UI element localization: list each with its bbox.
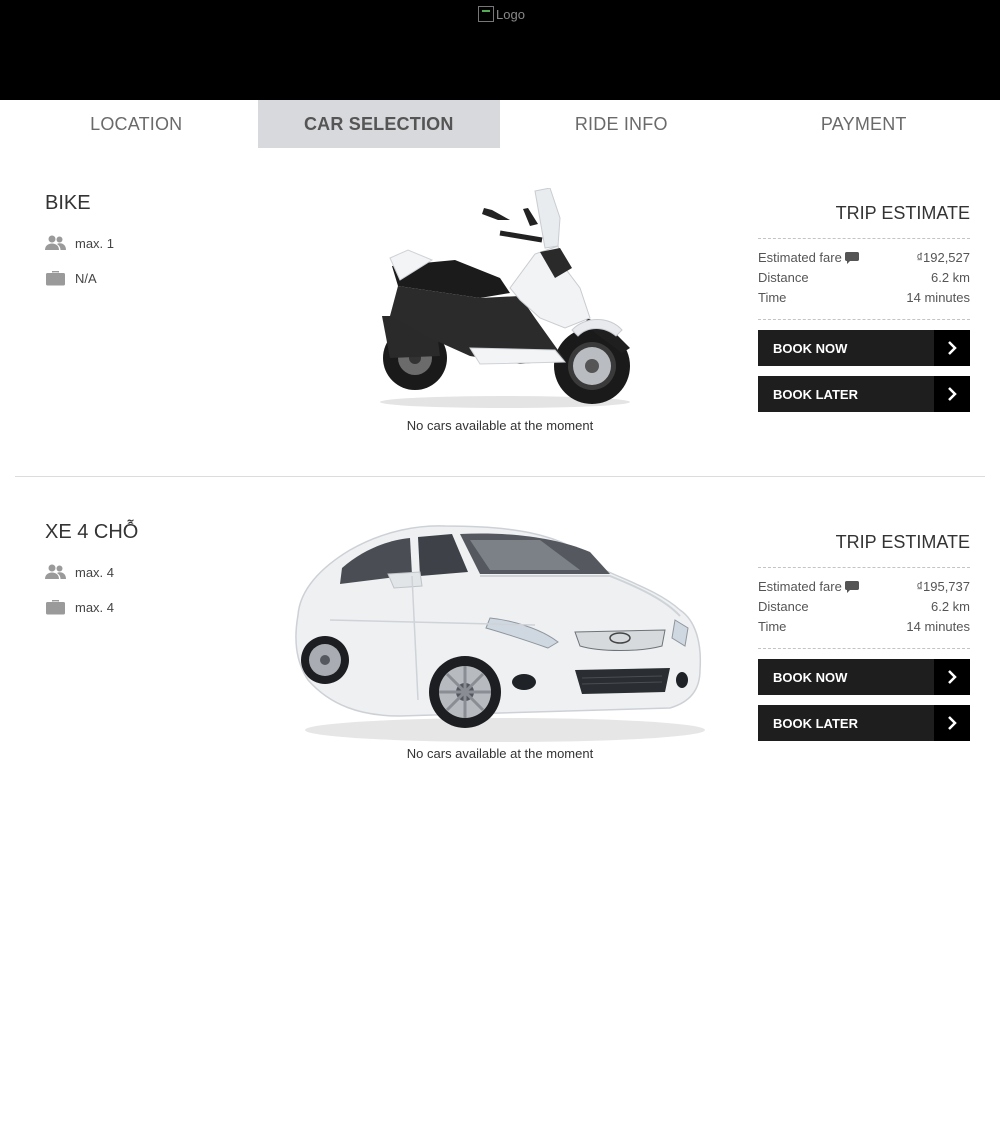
comment-icon[interactable] — [844, 252, 859, 264]
distance-value: 6.2 km — [930, 270, 970, 285]
chevron-right-icon — [934, 705, 970, 741]
book-now-label: BOOK NOW — [773, 340, 848, 356]
time-value: 14 minutes — [906, 619, 970, 634]
time-row: Time 14 minutes — [758, 288, 970, 308]
passenger-capacity: max. 4 — [45, 564, 114, 580]
tab-car-selection[interactable]: CAR SELECTION — [257, 100, 500, 148]
book-later-label: BOOK LATER — [773, 715, 858, 731]
book-later-label: BOOK LATER — [773, 386, 858, 402]
vehicle-card-bike: BIKE max. 1 N/A No cars available at the… — [15, 148, 985, 477]
briefcase-icon — [46, 600, 65, 615]
availability-message: No cars available at the moment — [406, 418, 594, 433]
logo[interactable]: Logo — [478, 6, 525, 22]
distance-label: Distance — [758, 270, 809, 285]
time-row: Time 14 minutes — [758, 617, 970, 637]
briefcase-icon — [46, 271, 65, 286]
bike-image — [380, 188, 630, 408]
chevron-right-icon — [934, 659, 970, 695]
passenger-capacity-text: max. 4 — [75, 564, 115, 580]
estimated-fare-label: Estimated fare — [758, 579, 842, 594]
trip-estimate: TRIP ESTIMATE Estimated fare ₫192,527 Di… — [758, 203, 970, 412]
passenger-capacity-text: max. 1 — [75, 235, 115, 251]
luggage-capacity-text: max. 4 — [75, 599, 115, 615]
tab-ride-info[interactable]: RIDE INFO — [500, 100, 743, 148]
broken-image-icon — [478, 6, 494, 22]
trip-estimate-title: TRIP ESTIMATE — [758, 532, 970, 568]
chevron-right-icon — [934, 330, 970, 366]
passenger-capacity: max. 1 — [45, 235, 114, 251]
estimated-fare-value: ₫192,527 — [916, 250, 970, 265]
book-now-label: BOOK NOW — [773, 669, 848, 685]
tab-location[interactable]: LOCATION — [15, 100, 258, 148]
sedan-image — [295, 525, 705, 742]
estimate-details: Estimated fare ₫195,737 Distance 6.2 km … — [758, 568, 970, 649]
comment-icon[interactable] — [844, 581, 859, 593]
tab-payment[interactable]: PAYMENT — [743, 100, 986, 148]
estimated-fare-row: Estimated fare ₫195,737 — [758, 577, 970, 597]
book-now-button[interactable]: BOOK NOW — [758, 659, 970, 695]
vehicle-card-sedan: XE 4 CHỖ max. 4 max. 4 No cars available… — [15, 478, 985, 798]
users-icon — [45, 235, 66, 250]
vehicle-name: XE 4 CHỖ — [45, 521, 139, 543]
luggage-capacity: max. 4 — [45, 599, 114, 615]
estimated-fare-value: ₫195,737 — [916, 579, 970, 594]
distance-label: Distance — [758, 599, 809, 614]
book-later-button[interactable]: BOOK LATER — [758, 376, 970, 412]
estimated-fare-label: Estimated fare — [758, 250, 842, 265]
estimate-details: Estimated fare ₫192,527 Distance 6.2 km … — [758, 239, 970, 320]
vehicle-name: BIKE — [45, 192, 91, 214]
distance-value: 6.2 km — [930, 599, 970, 614]
book-now-button[interactable]: BOOK NOW — [758, 330, 970, 366]
distance-row: Distance 6.2 km — [758, 268, 970, 288]
time-label: Time — [758, 619, 787, 634]
time-label: Time — [758, 290, 787, 305]
availability-message: No cars available at the moment — [406, 746, 594, 761]
estimated-fare-row: Estimated fare ₫192,527 — [758, 248, 970, 268]
luggage-capacity: N/A — [45, 270, 97, 286]
time-value: 14 minutes — [906, 290, 970, 305]
header: Logo — [0, 0, 1000, 100]
trip-estimate-title: TRIP ESTIMATE — [758, 203, 970, 239]
luggage-capacity-text: N/A — [75, 270, 97, 286]
trip-estimate: TRIP ESTIMATE Estimated fare ₫195,737 Di… — [758, 532, 970, 741]
logo-alt-text: Logo — [496, 6, 525, 22]
users-icon — [45, 564, 66, 579]
book-later-button[interactable]: BOOK LATER — [758, 705, 970, 741]
chevron-right-icon — [934, 376, 970, 412]
distance-row: Distance 6.2 km — [758, 597, 970, 617]
step-tabs: LOCATION CAR SELECTION RIDE INFO PAYMENT — [15, 100, 985, 148]
